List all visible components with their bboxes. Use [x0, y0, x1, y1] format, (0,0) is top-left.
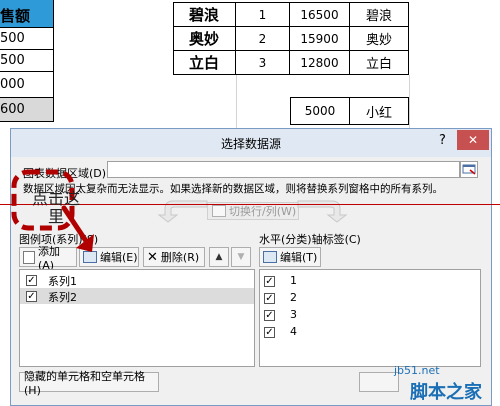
- sheet-cell[interactable]: 碧浪: [173, 3, 236, 27]
- move-up-button[interactable]: ▲: [209, 247, 229, 267]
- switch-left-arrow-icon: [157, 200, 208, 223]
- sheet-left-cell[interactable]: 500: [0, 28, 54, 50]
- list-item[interactable]: ✓ 4: [260, 324, 480, 340]
- axis-checkbox[interactable]: ✓: [264, 293, 275, 304]
- delete-icon: ✕: [147, 249, 158, 265]
- sheet-cell[interactable]: 1: [236, 3, 290, 27]
- switch-right-arrow-icon: [297, 200, 348, 223]
- sheet-cell[interactable]: 立白: [173, 51, 236, 75]
- edit-icon: [263, 251, 277, 263]
- sheet-cell[interactable]: 15900: [290, 27, 350, 51]
- sheet-cell[interactable]: 5000: [290, 97, 350, 125]
- ok-button[interactable]: [359, 372, 399, 392]
- sheet-gridline: [236, 75, 237, 128]
- axis-checkbox[interactable]: ✓: [264, 276, 275, 287]
- hidden-empty-cells-button[interactable]: 隐藏的单元格和空单元格(H): [19, 370, 159, 397]
- close-icon: ✕: [467, 133, 479, 147]
- axis-labels-label: 水平(分类)轴标签(C): [259, 233, 361, 246]
- axis-checkbox[interactable]: ✓: [264, 327, 275, 338]
- move-down-button[interactable]: ▼: [231, 247, 251, 267]
- sheet-cell[interactable]: 奥妙: [350, 27, 409, 51]
- list-item[interactable]: ✓ 2: [260, 290, 480, 306]
- sheet-left-cell[interactable]: 600: [0, 98, 54, 122]
- series-list[interactable]: ✓ 系列1 ✓ 系列2: [19, 269, 255, 367]
- list-item[interactable]: ✓ 1: [260, 273, 480, 289]
- annotation-text-2: 里: [48, 207, 65, 226]
- sheet-cell[interactable]: 16500: [290, 3, 350, 27]
- sheet-left-cell[interactable]: 000: [0, 72, 54, 98]
- sheet-cell[interactable]: 立白: [350, 51, 409, 75]
- sheet-cell[interactable]: 奥妙: [173, 27, 236, 51]
- series-checkbox[interactable]: ✓: [26, 291, 37, 302]
- axis-labels-list[interactable]: ✓ 1 ✓ 2 ✓ 3 ✓ 4: [259, 269, 481, 367]
- dialog-titlebar[interactable]: 选择数据源 ? ✕: [11, 129, 491, 157]
- watermark-name: 脚本之家: [410, 382, 482, 403]
- list-item[interactable]: ✓ 3: [260, 307, 480, 323]
- move-up-icon: ▲: [215, 252, 223, 262]
- edit-axis-button[interactable]: 编辑(T): [259, 247, 321, 267]
- dialog-title: 选择数据源: [220, 137, 281, 151]
- delete-series-button[interactable]: ✕ 删除(R): [143, 247, 205, 267]
- sheet-left-cell[interactable]: 500: [0, 50, 54, 72]
- axis-checkbox[interactable]: ✓: [264, 310, 275, 321]
- range-picker-icon: [462, 164, 476, 175]
- sheet-cell[interactable]: 2: [236, 27, 290, 51]
- watermark-url: jb51.net: [394, 364, 440, 377]
- sheet-cell[interactable]: 碧浪: [350, 3, 409, 27]
- help-button[interactable]: ?: [439, 133, 446, 148]
- sheet-header-text: 售额: [0, 7, 31, 25]
- sheet-cell[interactable]: 3: [236, 51, 290, 75]
- switch-icon: [212, 205, 226, 217]
- sheet-cell[interactable]: 小红: [349, 97, 409, 125]
- close-button[interactable]: ✕: [457, 130, 489, 150]
- list-item[interactable]: ✓ 系列2: [20, 288, 254, 304]
- range-picker-button[interactable]: [460, 161, 478, 178]
- sheet-gridline: [409, 75, 410, 128]
- move-down-icon: ▼: [237, 252, 245, 262]
- sheet-cell[interactable]: 12800: [290, 51, 350, 75]
- chart-range-input[interactable]: [107, 161, 460, 178]
